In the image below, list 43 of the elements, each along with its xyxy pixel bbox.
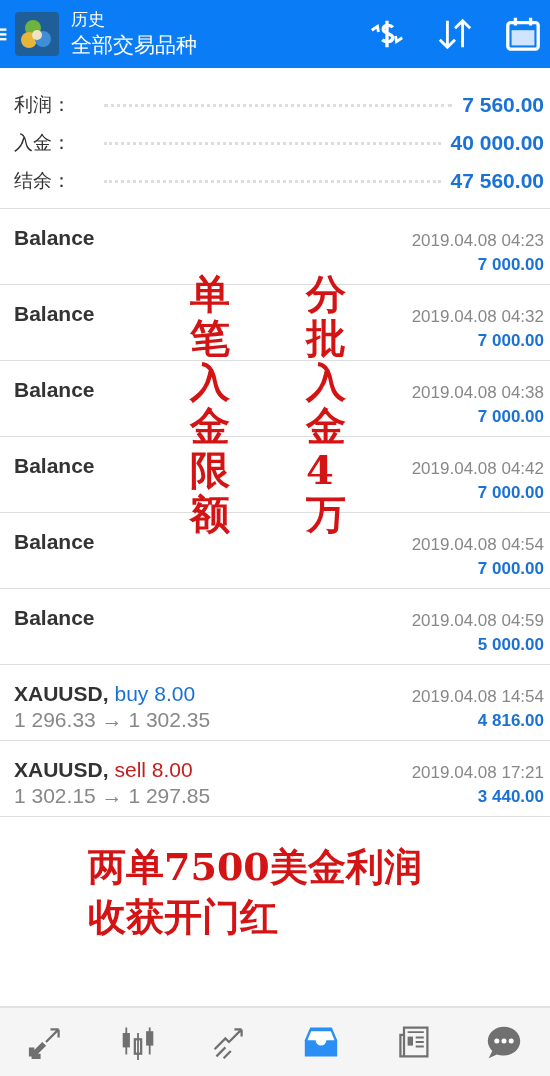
summary-label: 入金： bbox=[14, 131, 72, 155]
deal-symbol: Balance bbox=[14, 226, 95, 250]
annotation-text: 单笔入金限额 bbox=[190, 272, 230, 536]
deal-time: 2019.04.08 04:59 bbox=[411, 611, 544, 631]
deal-symbol: Balance bbox=[14, 454, 95, 478]
annotation-text: 分批入金4万 bbox=[306, 272, 346, 536]
deal-amount: 7 000.00 bbox=[477, 559, 544, 579]
price-range: 1 296.33 → 1 302.35 bbox=[14, 708, 211, 732]
calendar-icon[interactable] bbox=[504, 15, 542, 53]
deal-time: 2019.04.08 04:38 bbox=[411, 383, 544, 403]
summary-label: 利润： bbox=[14, 93, 72, 117]
deal-symbol: XAUUSD, bbox=[14, 758, 109, 782]
deal-amount: 7 000.00 bbox=[477, 255, 544, 275]
order-type: buy 8.00 bbox=[114, 682, 196, 706]
symbol-filter[interactable]: 全部交易品种 bbox=[71, 31, 197, 59]
deal-time: 2019.04.08 04:32 bbox=[411, 307, 544, 327]
deal-symbol: Balance bbox=[14, 530, 95, 554]
deal-time: 2019.04.08 17:21 bbox=[411, 763, 544, 783]
price-range: 1 302.15 → 1 297.85 bbox=[14, 784, 211, 808]
app-logo-icon bbox=[15, 12, 59, 56]
deal-symbol: Balance bbox=[14, 302, 95, 326]
annotation-text: 两单7500美金利润 bbox=[88, 843, 422, 891]
deal-amount: 4 816.00 bbox=[477, 711, 544, 731]
deal-time: 2019.04.08 14:54 bbox=[411, 687, 544, 707]
deal-amount: 3 440.00 bbox=[477, 787, 544, 807]
order-type: sell 8.00 bbox=[114, 758, 193, 782]
deal-amount: 7 000.00 bbox=[477, 483, 544, 503]
annotation-text: 收获开门红 bbox=[88, 893, 278, 941]
deal-symbol: XAUUSD, bbox=[14, 682, 109, 706]
chat-icon[interactable] bbox=[486, 1024, 523, 1060]
deal-time: 2019.04.08 04:42 bbox=[411, 459, 544, 479]
deal-symbol: Balance bbox=[14, 606, 95, 630]
deal-symbol: Balance bbox=[14, 378, 95, 402]
summary-label: 结余： bbox=[14, 169, 72, 193]
summary-value: 7 560.00 bbox=[462, 93, 544, 117]
screen-title: 历史 bbox=[71, 9, 106, 31]
summary-value: 47 560.00 bbox=[450, 169, 544, 193]
deal-time: 2019.04.08 04:54 bbox=[411, 535, 544, 555]
deal-amount: 7 000.00 bbox=[477, 407, 544, 427]
deal-amount: 7 000.00 bbox=[477, 331, 544, 351]
deal-amount: 5 000.00 bbox=[477, 635, 544, 655]
summary-value: 40 000.00 bbox=[450, 131, 544, 155]
deal-time: 2019.04.08 04:23 bbox=[411, 231, 544, 251]
